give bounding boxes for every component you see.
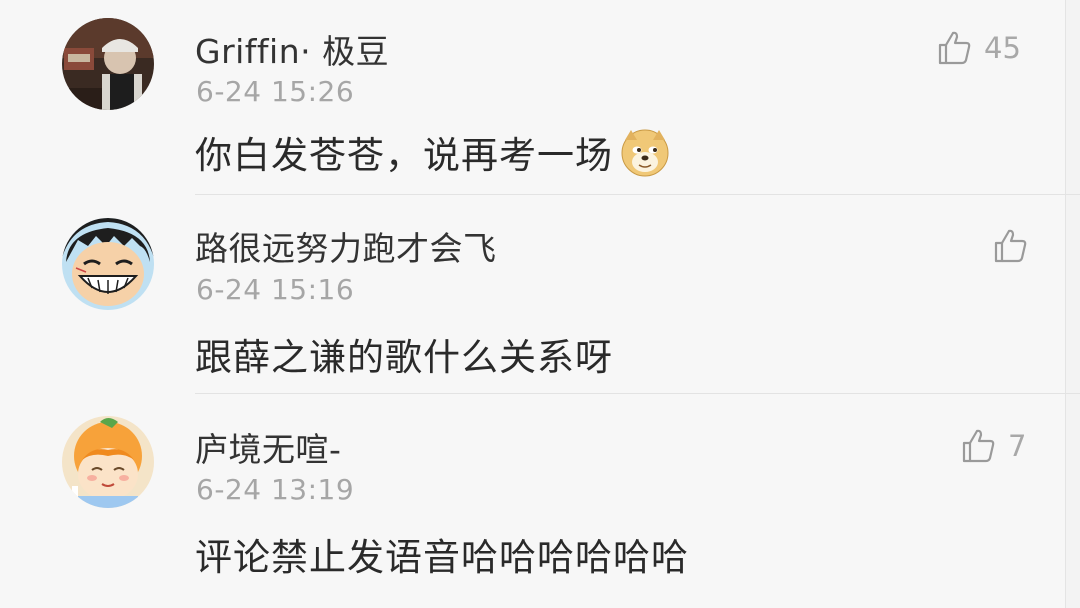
- comment-item: Griffin· 极豆 6-24 15:26 你白发苍苍，说再考一场 45: [0, 0, 1066, 196]
- scrollbar-track[interactable]: [1066, 0, 1080, 608]
- thumbs-up-icon: [962, 429, 995, 463]
- username[interactable]: 路很远努力跑才会飞: [195, 222, 497, 270]
- avatar[interactable]: [62, 218, 154, 310]
- like-count: 45: [984, 31, 1021, 65]
- comment-item: 路很远努力跑才会飞 6-24 15:16 跟薛之谦的歌什么关系呀: [0, 196, 1066, 392]
- timestamp: 6-24 15:26: [196, 75, 355, 108]
- like-button[interactable]: 7: [958, 426, 1026, 466]
- username[interactable]: 庐境无喧-: [195, 423, 341, 471]
- timestamp: 6-24 15:16: [196, 273, 355, 306]
- thumbs-up-icon: [994, 229, 1027, 263]
- like-button[interactable]: [990, 226, 1040, 266]
- avatar[interactable]: [62, 416, 154, 508]
- comment-content: 你白发苍苍，说再考一场: [195, 125, 671, 179]
- username[interactable]: Griffin· 极豆: [195, 25, 389, 73]
- timestamp: 6-24 13:19: [196, 473, 355, 506]
- thumbs-up-icon: [938, 31, 971, 65]
- like-count: 7: [1008, 429, 1027, 463]
- comment-divider: [195, 194, 1080, 195]
- comment-divider: [195, 393, 1080, 394]
- comment-content: 跟薛之谦的歌什么关系呀: [195, 336, 613, 379]
- comment-item: 庐境无喧- 6-24 13:19 评论禁止发语音哈哈哈哈哈哈 7: [0, 396, 1066, 592]
- avatar[interactable]: [62, 18, 154, 110]
- comment-content: 评论禁止发语音哈哈哈哈哈哈: [195, 536, 689, 579]
- doge-emoji-icon: [621, 129, 669, 177]
- comment-text: 你白发苍苍，说再考一场: [195, 134, 613, 177]
- like-button[interactable]: 45: [934, 28, 1021, 68]
